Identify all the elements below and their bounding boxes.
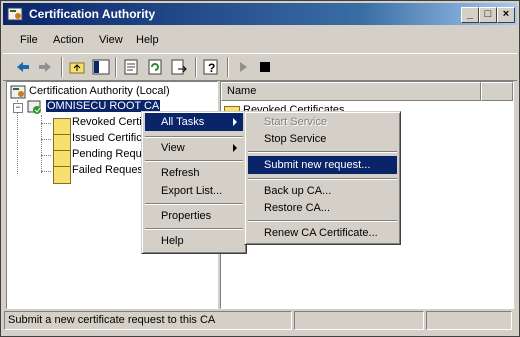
collapse-toggle[interactable]: − xyxy=(13,103,23,113)
menu-item-label: Properties xyxy=(161,210,212,222)
menu-item-label: All Tasks xyxy=(161,116,205,128)
menu-item-properties[interactable]: Properties xyxy=(145,207,243,225)
app-icon xyxy=(7,7,23,21)
status-panel xyxy=(426,311,512,330)
title-bar[interactable]: Certification Authority _ □ × xyxy=(3,3,517,25)
tree-item-label: Revoked Certifi xyxy=(72,116,148,128)
menu-item-label: Submit new request... xyxy=(264,159,371,171)
menu-item-label: Export List... xyxy=(161,185,223,197)
tree-item-label: Pending Reque xyxy=(72,148,148,160)
menu-item-label: View xyxy=(161,142,185,154)
status-panel xyxy=(294,311,424,330)
toolbar-separator xyxy=(115,57,117,77)
menu-item-all-tasks[interactable]: All Tasks xyxy=(145,113,243,131)
menu-item-submit-new-request[interactable]: Submit new request... xyxy=(248,156,397,174)
tree-line xyxy=(41,155,51,156)
menu-separator xyxy=(248,178,397,180)
refresh-icon[interactable] xyxy=(145,57,165,77)
menu-item-back-up-ca[interactable]: Back up CA... xyxy=(248,182,397,200)
toolbar-separator xyxy=(195,57,197,77)
menu-separator xyxy=(145,228,243,230)
help-icon[interactable]: ? xyxy=(201,57,221,77)
svg-text:?: ? xyxy=(208,61,215,75)
tree-root-label: Certification Authority (Local) xyxy=(29,85,170,97)
tree-item-label: Issued Certific xyxy=(72,132,142,144)
column-header-empty[interactable] xyxy=(481,82,513,101)
menu-help[interactable]: Help xyxy=(136,34,159,46)
menu-bar: File Action View Help xyxy=(3,29,517,51)
toolbar-separator xyxy=(61,57,63,77)
submenu-arrow-icon xyxy=(233,118,237,126)
menu-item-label: Start Service xyxy=(264,116,327,128)
ca-running-icon xyxy=(27,100,41,114)
tree-line xyxy=(41,123,51,124)
menu-item-label: Refresh xyxy=(161,167,200,179)
context-menu: All Tasks View Refresh Export List... Pr… xyxy=(141,111,247,254)
submenu-arrow-icon xyxy=(233,144,237,152)
menu-item-label: Back up CA... xyxy=(264,185,332,197)
stop-icon[interactable] xyxy=(255,57,275,77)
menu-action[interactable]: Action xyxy=(53,34,84,46)
menu-separator xyxy=(145,160,243,162)
all-tasks-submenu: Start Service Stop Service Submit new re… xyxy=(244,111,401,245)
toolbar-separator xyxy=(227,57,229,77)
close-button[interactable]: × xyxy=(497,7,515,23)
status-bar: Submit a new certificate request to this… xyxy=(4,311,514,330)
forward-arrow-icon[interactable] xyxy=(35,57,55,77)
menu-item-renew-ca-certificate[interactable]: Renew CA Certificate... xyxy=(248,224,397,242)
certificate-authority-icon xyxy=(10,85,26,99)
status-text: Submit a new certificate request to this… xyxy=(8,314,216,326)
tree-line xyxy=(41,139,51,140)
menu-item-restore-ca[interactable]: Restore CA... xyxy=(248,199,397,217)
menu-item-stop-service[interactable]: Stop Service xyxy=(248,130,397,148)
tree-line xyxy=(41,171,51,172)
menu-file[interactable]: File xyxy=(20,34,38,46)
menu-separator xyxy=(145,203,243,205)
menu-item-view[interactable]: View xyxy=(145,139,243,157)
maximize-button[interactable]: □ xyxy=(479,7,497,23)
menu-item-start-service[interactable]: Start Service xyxy=(248,113,397,131)
menu-item-label: Restore CA... xyxy=(264,202,331,214)
window-title: Certification Authority xyxy=(29,7,156,21)
toolbar: ? xyxy=(3,53,517,81)
menu-item-label: Help xyxy=(161,235,184,247)
minimize-button[interactable]: _ xyxy=(461,7,479,23)
column-header-label: Name xyxy=(227,85,257,97)
menu-view[interactable]: View xyxy=(99,34,123,46)
status-panel-main: Submit a new certificate request to this… xyxy=(4,311,292,330)
menu-separator xyxy=(145,136,243,138)
menu-separator xyxy=(248,151,397,153)
menu-item-export-list[interactable]: Export List... xyxy=(145,182,243,200)
menu-item-label: Renew CA Certificate... xyxy=(264,227,378,239)
properties-icon[interactable] xyxy=(121,57,141,77)
column-header-name[interactable]: Name xyxy=(221,82,481,101)
show-tree-icon[interactable] xyxy=(91,57,111,77)
menu-item-label: Stop Service xyxy=(264,133,327,145)
menu-item-refresh[interactable]: Refresh xyxy=(145,164,243,182)
menu-item-help[interactable]: Help xyxy=(145,232,243,250)
tree-item-label: Failed Request xyxy=(72,164,146,176)
menu-separator xyxy=(248,220,397,222)
folder-icon xyxy=(53,166,71,184)
play-icon[interactable] xyxy=(233,57,253,77)
back-arrow-icon[interactable] xyxy=(13,57,33,77)
up-folder-icon[interactable] xyxy=(67,57,87,77)
export-icon[interactable] xyxy=(169,57,189,77)
